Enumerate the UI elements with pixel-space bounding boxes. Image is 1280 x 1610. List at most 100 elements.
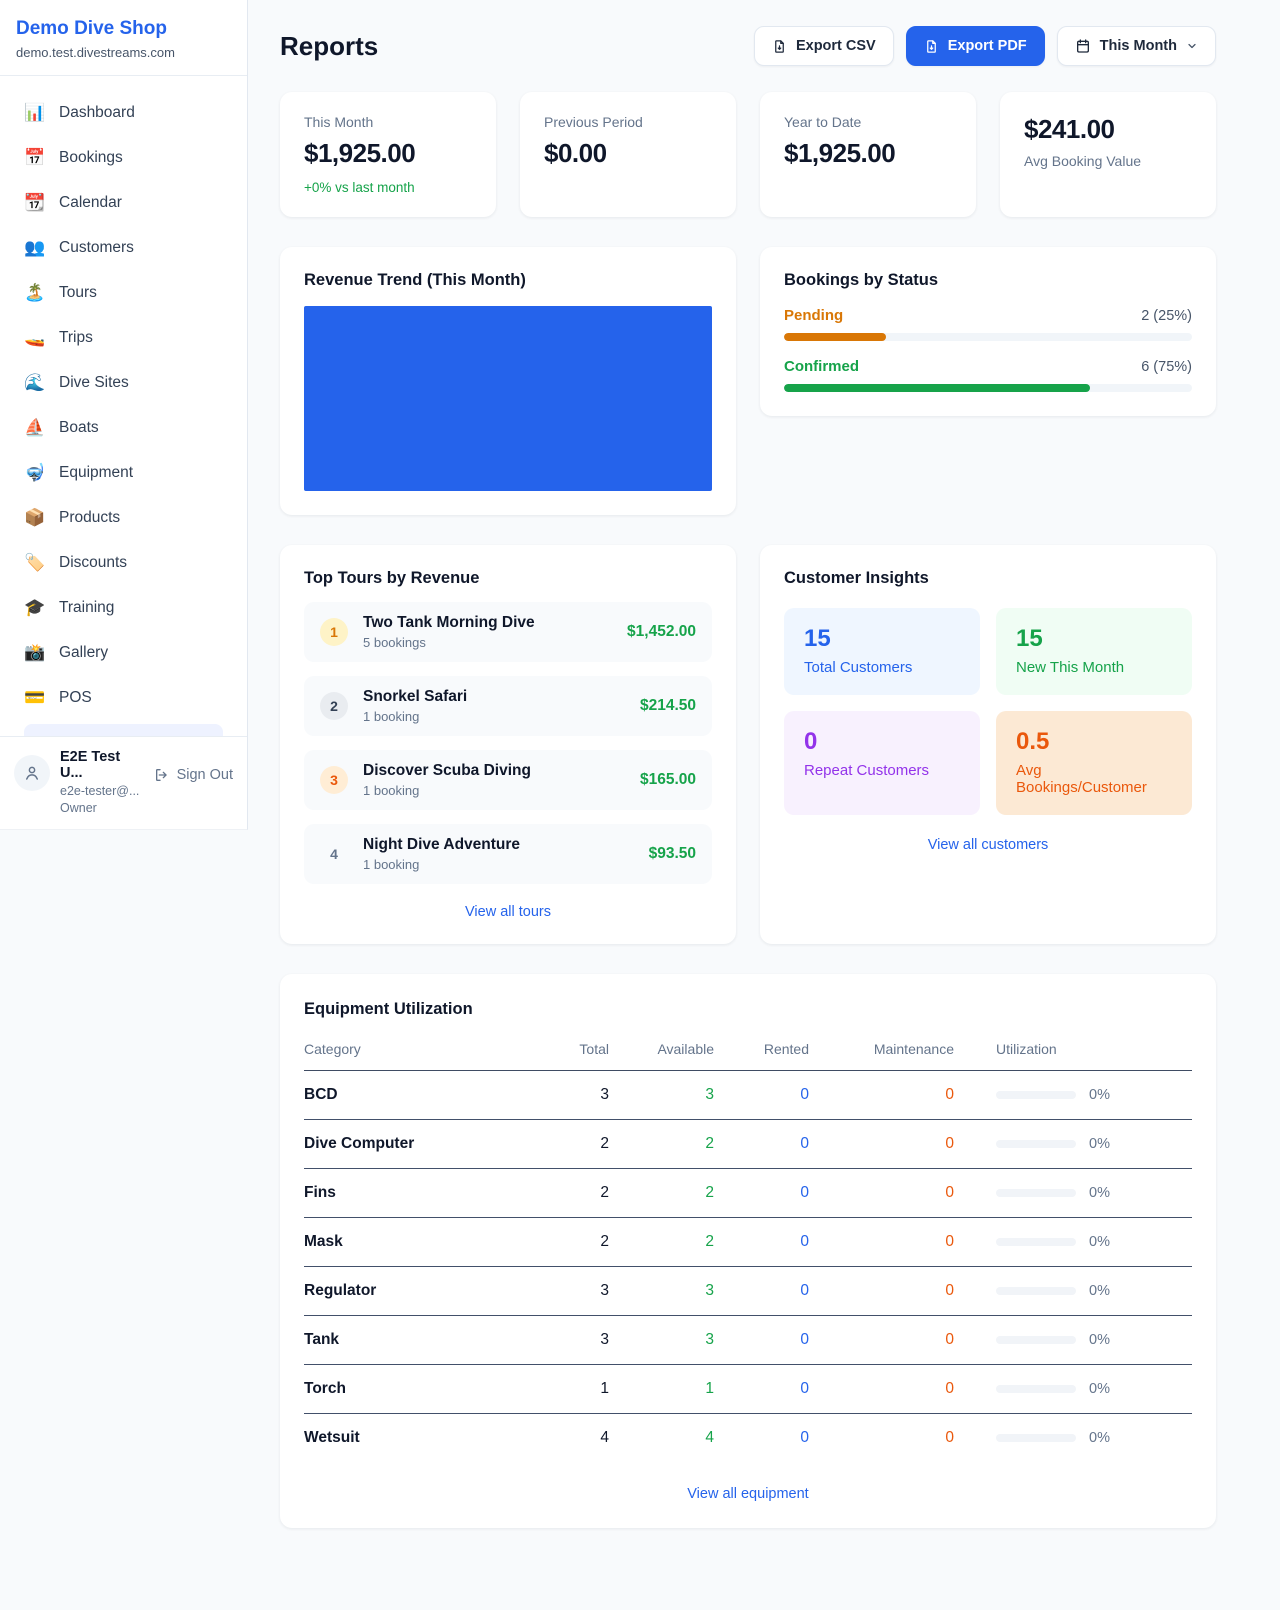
export-csv-button[interactable]: Export CSV xyxy=(754,26,894,66)
status-row-confirmed: Confirmed 6 (75%) xyxy=(784,358,1192,392)
confirmed-count: 6 (75%) xyxy=(1141,359,1192,375)
customer-insights-title: Customer Insights xyxy=(784,569,1192,588)
calendar-icon: 📆 xyxy=(24,193,46,213)
repeat-customers-tile: 0 Repeat Customers xyxy=(784,711,980,815)
equipment-utilization-card: Equipment Utilization Category Total Ava… xyxy=(280,974,1216,1528)
pending-progress-track xyxy=(784,333,1192,341)
avg-booking-value: $241.00 xyxy=(1024,114,1192,145)
view-all-equipment-link[interactable]: View all equipment xyxy=(304,1486,1192,1502)
logout-icon xyxy=(154,767,170,783)
avatar xyxy=(14,755,50,791)
brand-block: Demo Dive Shop demo.test.divestreams.com xyxy=(0,0,247,75)
revenue-trend-title: Revenue Trend (This Month) xyxy=(304,271,712,290)
tour-row: 2 Snorkel Safari 1 booking $214.50 xyxy=(304,676,712,736)
shop-name: Demo Dive Shop xyxy=(16,18,231,40)
utilization-bar xyxy=(996,1238,1076,1246)
utilization-bar xyxy=(996,1434,1076,1442)
previous-period-value: $0.00 xyxy=(544,138,712,169)
sidebar-item-pos[interactable]: 💳 POS xyxy=(14,679,233,717)
person-icon xyxy=(23,764,41,782)
page-title: Reports xyxy=(280,31,378,62)
sidebar-item-equipment[interactable]: 🤿 Equipment xyxy=(14,454,233,492)
revenue-trend-chart xyxy=(304,306,712,491)
island-icon: 🏝️ xyxy=(24,283,46,303)
utilization-bar xyxy=(996,1385,1076,1393)
main-content: Reports Export CSV Export PDF This Month xyxy=(248,0,1280,1528)
sidebar-item-calendar[interactable]: 📆 Calendar xyxy=(14,184,233,222)
avg-bookings-per-customer-tile: 0.5 Avg Bookings/Customer xyxy=(996,711,1192,815)
shop-domain: demo.test.divestreams.com xyxy=(16,45,231,60)
pending-progress-fill xyxy=(784,333,886,341)
confirmed-label: Confirmed xyxy=(784,358,859,375)
file-download-icon xyxy=(772,39,787,54)
view-all-customers-link[interactable]: View all customers xyxy=(784,837,1192,853)
sidebar-item-trips[interactable]: 🚤 Trips xyxy=(14,319,233,357)
confirmed-progress-fill xyxy=(784,384,1090,392)
equipment-table-header: Category Total Available Rented Maintena… xyxy=(304,1029,1192,1071)
sidebar-item-boats[interactable]: ⛵ Boats xyxy=(14,409,233,447)
calendar-icon xyxy=(1075,38,1091,54)
sidebar-nav: 📊 Dashboard 📅 Bookings 📆 Calendar 👥 Cust… xyxy=(0,76,247,736)
sidebar-item-dive-sites[interactable]: 🌊 Dive Sites xyxy=(14,364,233,402)
period-dropdown[interactable]: This Month xyxy=(1057,26,1216,66)
stat-card-year-to-date: Year to Date $1,925.00 xyxy=(760,92,976,217)
total-customers-tile: 15 Total Customers xyxy=(784,608,980,695)
rank-badge: 3 xyxy=(320,766,348,794)
utilization-bar xyxy=(996,1189,1076,1197)
utilization-bar xyxy=(996,1091,1076,1099)
tag-icon: 🏷️ xyxy=(24,553,46,573)
page-header: Reports Export CSV Export PDF This Month xyxy=(280,26,1216,66)
equipment-table: Category Total Available Rented Maintena… xyxy=(304,1029,1192,1462)
sidebar-item-discounts[interactable]: 🏷️ Discounts xyxy=(14,544,233,582)
table-row: Wetsuit44 00 0% xyxy=(304,1414,1192,1463)
sidebar: Demo Dive Shop demo.test.divestreams.com… xyxy=(0,0,248,830)
customers-icon: 👥 xyxy=(24,238,46,258)
tour-row: 4 Night Dive Adventure 1 booking $93.50 xyxy=(304,824,712,884)
table-row: Torch11 00 0% xyxy=(304,1365,1192,1414)
table-row: BCD33 00 0% xyxy=(304,1071,1192,1120)
sailboat-icon: ⛵ xyxy=(24,418,46,438)
table-row: Regulator33 00 0% xyxy=(304,1267,1192,1316)
sidebar-item-dashboard[interactable]: 📊 Dashboard xyxy=(14,94,233,132)
user-role: Owner xyxy=(60,801,144,815)
sign-out-button[interactable]: Sign Out xyxy=(154,767,233,783)
utilization-bar xyxy=(996,1140,1076,1148)
bookings-by-status-card: Bookings by Status Pending 2 (25%) Confi… xyxy=(760,247,1216,416)
top-tours-title: Top Tours by Revenue xyxy=(304,569,712,588)
status-row-pending: Pending 2 (25%) xyxy=(784,307,1192,341)
rank-badge: 2 xyxy=(320,692,348,720)
utilization-bar xyxy=(996,1287,1076,1295)
table-row: Dive Computer22 00 0% xyxy=(304,1120,1192,1169)
graduation-cap-icon: 🎓 xyxy=(24,598,46,618)
table-row: Mask22 00 0% xyxy=(304,1218,1192,1267)
wave-icon: 🌊 xyxy=(24,373,46,393)
sidebar-item-customers[interactable]: 👥 Customers xyxy=(14,229,233,267)
speedboat-icon: 🚤 xyxy=(24,328,46,348)
sidebar-item-bookings[interactable]: 📅 Bookings xyxy=(14,139,233,177)
sidebar-item-reports-active-partial[interactable] xyxy=(24,724,223,736)
sidebar-item-tours[interactable]: 🏝️ Tours xyxy=(14,274,233,312)
diving-mask-icon: 🤿 xyxy=(24,463,46,483)
top-tours-card: Top Tours by Revenue 1 Two Tank Morning … xyxy=(280,545,736,944)
export-pdf-button[interactable]: Export PDF xyxy=(906,26,1045,66)
user-email: e2e-tester@... xyxy=(60,784,144,798)
this-month-value: $1,925.00 xyxy=(304,138,472,169)
confirmed-progress-track xyxy=(784,384,1192,392)
file-download-icon xyxy=(924,39,939,54)
credit-card-icon: 💳 xyxy=(24,688,46,708)
view-all-tours-link[interactable]: View all tours xyxy=(304,904,712,920)
pending-count: 2 (25%) xyxy=(1141,308,1192,324)
tour-row: 1 Two Tank Morning Dive 5 bookings $1,45… xyxy=(304,602,712,662)
tour-row: 3 Discover Scuba Diving 1 booking $165.0… xyxy=(304,750,712,810)
camera-icon: 📸 xyxy=(24,643,46,663)
stat-card-previous-period: Previous Period $0.00 xyxy=(520,92,736,217)
bookings-calendar-icon: 📅 xyxy=(24,148,46,168)
user-name: E2E Test U... xyxy=(60,749,144,781)
chevron-down-icon xyxy=(1186,40,1198,52)
sidebar-item-training[interactable]: 🎓 Training xyxy=(14,589,233,627)
dashboard-icon: 📊 xyxy=(24,103,46,123)
utilization-bar xyxy=(996,1336,1076,1344)
sidebar-item-gallery[interactable]: 📸 Gallery xyxy=(14,634,233,672)
charts-row: Revenue Trend (This Month) Bookings by S… xyxy=(280,247,1216,515)
sidebar-item-products[interactable]: 📦 Products xyxy=(14,499,233,537)
